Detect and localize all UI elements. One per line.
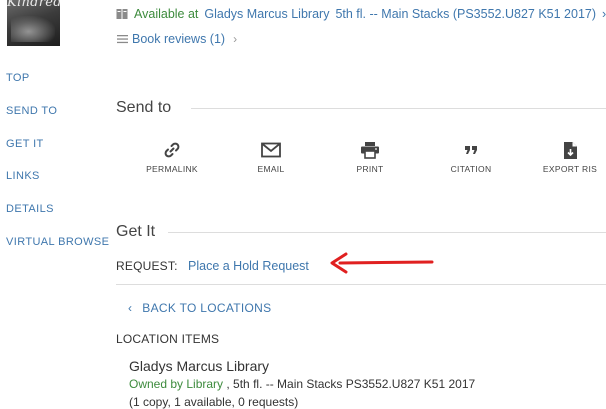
quote-icon xyxy=(465,146,477,154)
place-hold-request-link[interactable]: Place a Hold Request xyxy=(188,259,309,273)
citation-button[interactable]: CITATION xyxy=(436,140,506,174)
owned-by-label: Owned by Library xyxy=(129,377,224,391)
copies-summary: (1 copy, 1 available, 0 requests) xyxy=(129,395,299,409)
location-library-name: Gladys Marcus Library xyxy=(129,358,270,374)
back-to-locations-link[interactable]: ‹ BACK TO LOCATIONS xyxy=(128,301,271,315)
cover-title: Kindred xyxy=(7,0,60,10)
book-reviews-link[interactable]: Book reviews (1) › xyxy=(117,31,237,47)
get-it-heading: Get It xyxy=(116,223,156,240)
location-items-heading: LOCATION ITEMS xyxy=(116,332,220,346)
email-icon xyxy=(261,142,281,158)
print-label: PRINT xyxy=(356,164,384,174)
citation-label: CITATION xyxy=(450,164,492,174)
book-reviews-label: Book reviews (1) xyxy=(132,32,226,46)
link-icon xyxy=(164,142,180,158)
send-to-heading: Send to xyxy=(116,99,172,116)
chevron-left-icon: ‹ xyxy=(128,301,133,315)
email-label: EMAIL xyxy=(257,164,285,174)
request-divider xyxy=(116,284,606,285)
owned-location: , 5th fl. -- Main Stacks PS3552.U827 K51… xyxy=(223,377,476,391)
nav-item-details[interactable]: DETAILS xyxy=(6,203,54,215)
permalink-label: PERMALINK xyxy=(146,164,198,174)
book-cover-thumbnail[interactable]: Kindred xyxy=(7,0,60,46)
availability-status: Available at xyxy=(134,7,199,21)
annotation-arrow-icon xyxy=(330,252,434,274)
email-button[interactable]: EMAIL xyxy=(236,140,306,174)
nav-item-links[interactable]: LINKS xyxy=(6,170,40,182)
export-ris-label: EXPORT RIS xyxy=(542,164,598,174)
permalink-button[interactable]: PERMALINK xyxy=(137,140,207,174)
nav-item-top[interactable]: TOP xyxy=(6,72,30,84)
request-label: REQUEST: xyxy=(116,259,178,273)
chevron-right-icon: › xyxy=(233,32,238,46)
availability-line: Available at Gladys Marcus Library 5th f… xyxy=(116,6,606,22)
file-export-icon xyxy=(563,141,577,159)
export-ris-button[interactable]: EXPORT RIS xyxy=(535,140,605,174)
nav-item-virtual-browse[interactable]: VIRTUAL BROWSE xyxy=(6,236,109,248)
availability-chevron-icon[interactable]: › xyxy=(602,7,606,21)
record-page: Kindred Available at Gladys Marcus Libra… xyxy=(0,0,606,409)
location-owned-line: Owned by Library , 5th fl. -- Main Stack… xyxy=(129,377,475,391)
print-button[interactable]: PRINT xyxy=(335,140,405,174)
get-it-divider xyxy=(168,232,606,233)
availability-location[interactable]: 5th fl. -- Main Stacks (PS3552.U827 K51 … xyxy=(335,7,596,21)
print-icon xyxy=(361,142,379,159)
back-to-locations-label: BACK TO LOCATIONS xyxy=(142,301,272,315)
list-icon xyxy=(117,35,128,44)
cover-art xyxy=(11,16,55,42)
nav-item-send-to[interactable]: SEND TO xyxy=(6,105,57,117)
book-icon xyxy=(116,9,128,19)
nav-item-get-it[interactable]: GET IT xyxy=(6,138,44,150)
availability-library-link[interactable]: Gladys Marcus Library xyxy=(204,7,329,21)
send-to-divider xyxy=(191,108,606,109)
